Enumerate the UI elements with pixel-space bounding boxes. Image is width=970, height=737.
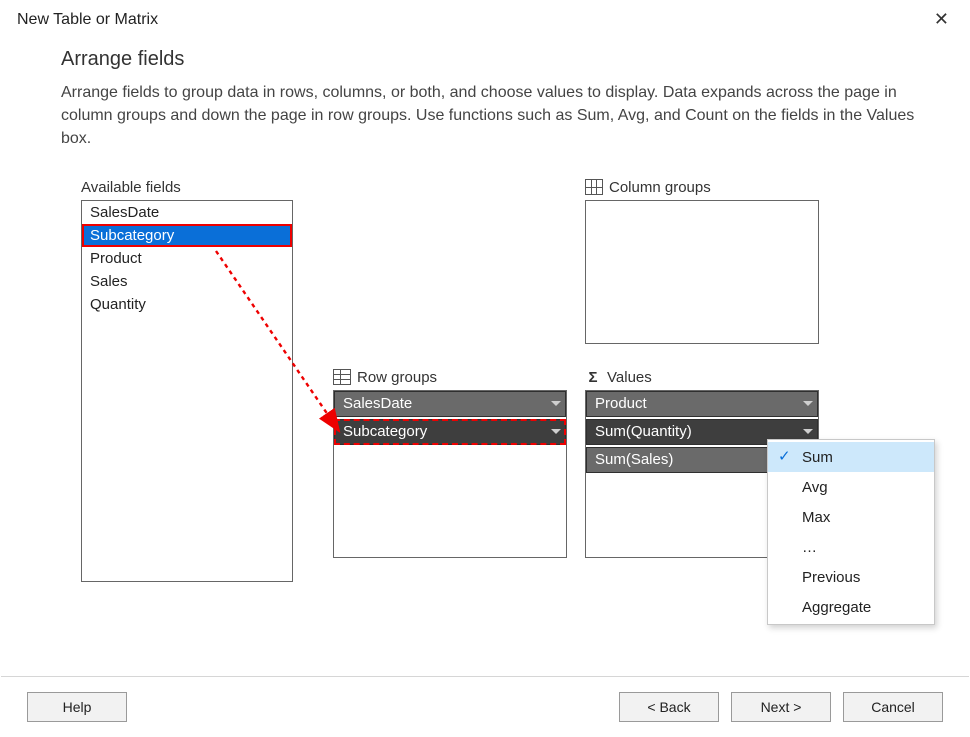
context-menu-item-label: … bbox=[802, 539, 817, 556]
check-icon: ✓ bbox=[778, 447, 791, 465]
available-fields-listbox[interactable]: SalesDateSubcategoryProductSalesQuantity bbox=[81, 200, 293, 582]
values-item-label: Sum(Quantity) bbox=[595, 423, 692, 440]
chevron-down-icon[interactable] bbox=[551, 401, 561, 406]
row-groups-label-text: Row groups bbox=[357, 369, 437, 386]
table-icon bbox=[585, 179, 603, 195]
row-group-item[interactable]: SalesDate bbox=[334, 391, 566, 417]
sigma-icon: Σ bbox=[585, 369, 601, 386]
values-item-label: Product bbox=[595, 395, 647, 412]
dialog-footer: Help < Back Next > Cancel bbox=[1, 676, 969, 736]
row-groups-label: Row groups bbox=[333, 369, 567, 386]
available-field-item[interactable]: Subcategory bbox=[82, 224, 292, 247]
available-field-item[interactable]: Quantity bbox=[82, 293, 292, 316]
context-menu-item-label: Previous bbox=[802, 569, 860, 586]
rows-icon bbox=[333, 369, 351, 385]
row-groups-panel: Row groups SalesDate Subcategory bbox=[333, 369, 567, 558]
context-menu-item[interactable]: ✓ Sum bbox=[768, 442, 934, 472]
available-field-item[interactable]: Sales bbox=[82, 270, 292, 293]
values-label-text: Values bbox=[607, 369, 652, 386]
available-fields-panel: Available fields SalesDateSubcategoryPro… bbox=[81, 179, 293, 582]
help-button[interactable]: Help bbox=[27, 692, 127, 722]
context-menu-item-label: Max bbox=[802, 509, 830, 526]
row-groups-dropzone[interactable]: SalesDate Subcategory bbox=[333, 390, 567, 558]
cancel-button[interactable]: Cancel bbox=[843, 692, 943, 722]
back-button[interactable]: < Back bbox=[619, 692, 719, 722]
row-group-item[interactable]: Subcategory bbox=[334, 419, 566, 445]
page-heading: Arrange fields bbox=[61, 48, 925, 71]
column-groups-panel: Column groups bbox=[585, 179, 819, 344]
context-menu-item[interactable]: Previous bbox=[768, 562, 934, 592]
context-menu-item-label: Aggregate bbox=[802, 599, 871, 616]
dialog-new-table-or-matrix: New Table or Matrix ✕ Arrange fields Arr… bbox=[0, 0, 970, 737]
page-description: Arrange fields to group data in rows, co… bbox=[61, 81, 925, 151]
values-item-label: Sum(Sales) bbox=[595, 451, 673, 468]
close-icon[interactable]: ✕ bbox=[926, 7, 957, 32]
row-group-item-label: SalesDate bbox=[343, 395, 412, 412]
column-groups-label: Column groups bbox=[585, 179, 819, 196]
available-field-item[interactable]: SalesDate bbox=[82, 201, 292, 224]
column-groups-label-text: Column groups bbox=[609, 179, 711, 196]
titlebar: New Table or Matrix ✕ bbox=[1, 1, 969, 38]
context-menu-item-label: Sum bbox=[802, 449, 833, 466]
column-groups-dropzone[interactable] bbox=[585, 200, 819, 344]
context-menu-item-label: Avg bbox=[802, 479, 828, 496]
row-group-item-label: Subcategory bbox=[343, 423, 427, 440]
context-menu-item[interactable]: Avg bbox=[768, 472, 934, 502]
chevron-down-icon[interactable] bbox=[803, 429, 813, 434]
aggregate-context-menu[interactable]: ✓ Sum Avg Max … Previous Aggregate bbox=[767, 439, 935, 625]
available-field-item[interactable]: Product bbox=[82, 247, 292, 270]
values-item[interactable]: Product bbox=[586, 391, 818, 417]
chevron-down-icon[interactable] bbox=[551, 429, 561, 434]
next-button[interactable]: Next > bbox=[731, 692, 831, 722]
context-menu-item[interactable]: … bbox=[768, 532, 934, 562]
context-menu-item[interactable]: Aggregate bbox=[768, 592, 934, 622]
window-title: New Table or Matrix bbox=[17, 11, 158, 29]
values-label: Σ Values bbox=[585, 369, 819, 386]
available-fields-label: Available fields bbox=[81, 179, 293, 196]
chevron-down-icon[interactable] bbox=[803, 401, 813, 406]
context-menu-item[interactable]: Max bbox=[768, 502, 934, 532]
